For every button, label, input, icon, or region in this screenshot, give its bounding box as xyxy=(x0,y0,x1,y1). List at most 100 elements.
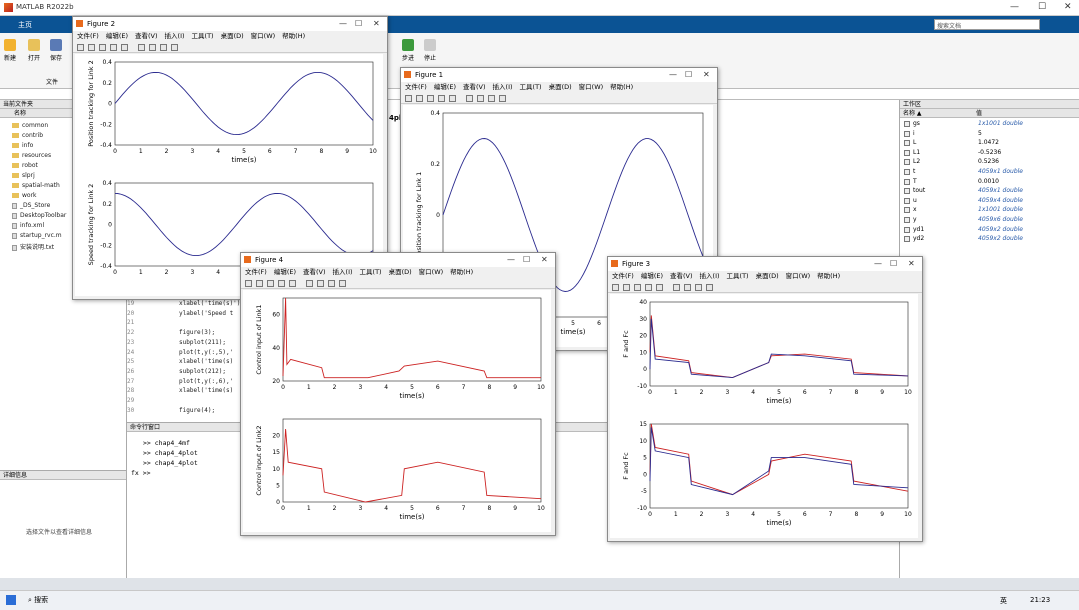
menu-item[interactable]: 文件(F) xyxy=(245,268,267,276)
maximize-button[interactable]: ☐ xyxy=(685,68,692,82)
menu-item[interactable]: 帮助(H) xyxy=(817,272,840,280)
figure-3-window[interactable]: Figure 3 — ☐ ✕ 文件(F) 编辑(E) 查看(V) 插入(I) 工具(T) 桌面(D… xyxy=(607,256,923,542)
step-button[interactable]: 步进 xyxy=(402,39,414,62)
folder-item[interactable]: resources xyxy=(12,152,51,159)
folder-item[interactable]: _DS_Store xyxy=(12,202,50,209)
taskbar-search[interactable]: ⌕ 搜索 xyxy=(28,595,48,605)
code-line[interactable]: xlabel('time(s) xyxy=(179,358,233,365)
menu-item[interactable]: 插入(I) xyxy=(493,83,513,91)
open-icon[interactable] xyxy=(256,280,263,287)
menu-item[interactable]: 桌面(D) xyxy=(549,83,572,91)
menu-item[interactable]: 编辑(E) xyxy=(434,83,456,91)
menu-item[interactable]: 桌面(D) xyxy=(756,272,779,280)
menu-item[interactable]: 桌面(D) xyxy=(389,268,412,276)
data-cursor-icon[interactable] xyxy=(339,280,346,287)
menu-item[interactable]: 工具(T) xyxy=(360,268,382,276)
code-line[interactable]: plot(t,y(:,5),' xyxy=(179,349,233,356)
minimize-button[interactable]: — xyxy=(874,257,882,271)
zoom-icon[interactable] xyxy=(121,44,128,51)
workspace-variable[interactable]: L1 -0.5236 xyxy=(902,149,1078,159)
tab-home[interactable]: 主页 xyxy=(18,20,32,30)
menu-item[interactable]: 窗口(W) xyxy=(251,32,276,40)
command-prompt[interactable]: fx >> xyxy=(131,469,151,477)
maximize-button[interactable]: ☐ xyxy=(1038,2,1046,12)
menu-item[interactable]: 窗口(W) xyxy=(419,268,444,276)
menu-item[interactable]: 编辑(E) xyxy=(274,268,296,276)
new-figure-icon[interactable] xyxy=(77,44,84,51)
menu-item[interactable]: 窗口(W) xyxy=(786,272,811,280)
folder-item[interactable]: info.xml xyxy=(12,222,44,229)
folder-item[interactable]: startup_rvc.m xyxy=(12,232,62,239)
menu-item[interactable]: 文件(F) xyxy=(612,272,634,280)
folder-item[interactable]: work xyxy=(12,192,37,199)
menu-item[interactable]: 插入(I) xyxy=(165,32,185,40)
menu-item[interactable]: 查看(V) xyxy=(135,32,158,40)
workspace-variable[interactable]: x 1x1001 double xyxy=(902,206,1078,216)
new-button[interactable]: 新建 xyxy=(4,39,16,62)
save-icon[interactable] xyxy=(634,284,641,291)
code-line[interactable]: xlabel('time(s)'); xyxy=(179,300,244,307)
workspace-variable[interactable]: gs 1x1001 double xyxy=(902,120,1078,130)
figure-canvas[interactable]: 0 1 2 3 4 5 6 7 8 9 10 20 40 60 time(s) Control input o… xyxy=(243,290,551,532)
minimize-button[interactable]: — xyxy=(507,253,515,267)
data-cursor-icon[interactable] xyxy=(171,44,178,51)
open-icon[interactable] xyxy=(88,44,95,51)
close-button[interactable]: ✕ xyxy=(1064,2,1072,12)
colorbar-icon[interactable] xyxy=(138,44,145,51)
figure-canvas[interactable]: 0 1 2 3 4 5 6 7 8 9 10 -10 0 10 20 30 40 time(s) F and Fc 0… xyxy=(610,294,918,538)
legend-icon[interactable] xyxy=(684,284,691,291)
minimize-button[interactable]: — xyxy=(1010,2,1019,12)
print-icon[interactable] xyxy=(438,95,445,102)
figure-title-bar[interactable]: Figure 2 — ☐ ✕ xyxy=(73,17,387,31)
code-line[interactable]: subplot(211); xyxy=(179,339,226,346)
windows-start-icon[interactable] xyxy=(6,595,16,605)
maximize-button[interactable]: ☐ xyxy=(523,253,530,267)
folder-item[interactable]: contrib xyxy=(12,132,43,139)
workspace-variable[interactable]: tout 4059x1 double xyxy=(902,187,1078,197)
figure-title-bar[interactable]: Figure 3 — ☐ ✕ xyxy=(608,257,922,271)
legend-icon[interactable] xyxy=(317,280,324,287)
open-icon[interactable] xyxy=(416,95,423,102)
minimize-button[interactable]: — xyxy=(669,68,677,82)
menu-item[interactable]: 工具(T) xyxy=(727,272,749,280)
data-cursor-icon[interactable] xyxy=(706,284,713,291)
data-cursor-icon[interactable] xyxy=(499,95,506,102)
menu-item[interactable]: 文件(F) xyxy=(405,83,427,91)
close-button[interactable]: ✕ xyxy=(703,68,710,82)
new-figure-icon[interactable] xyxy=(612,284,619,291)
maximize-button[interactable]: ☐ xyxy=(355,17,362,31)
figure-4-window[interactable]: Figure 4 — ☐ ✕ 文件(F) 编辑(E) 查看(V) 插入(I) 工具(T) 桌面(D… xyxy=(240,252,556,536)
print-icon[interactable] xyxy=(645,284,652,291)
folder-item[interactable]: 安装说明.txt xyxy=(12,242,54,251)
code-line[interactable]: ylabel('Speed t xyxy=(179,310,233,317)
menu-item[interactable]: 插入(I) xyxy=(700,272,720,280)
code-line[interactable]: figure(4); xyxy=(179,407,215,414)
open-icon[interactable] xyxy=(623,284,630,291)
menu-item[interactable]: 查看(V) xyxy=(303,268,326,276)
workspace-variable[interactable]: yd1 4059x2 double xyxy=(902,226,1078,236)
new-figure-icon[interactable] xyxy=(245,280,252,287)
menu-item[interactable]: 查看(V) xyxy=(463,83,486,91)
folder-item[interactable]: slprj xyxy=(12,172,35,179)
ime-indicator[interactable]: 英 xyxy=(1000,596,1007,606)
workspace-variable[interactable]: t 4059x1 double xyxy=(902,168,1078,178)
folder-item[interactable]: spatial-math xyxy=(12,182,60,189)
menu-item[interactable]: 工具(T) xyxy=(192,32,214,40)
workspace-variable[interactable]: y 4059x6 double xyxy=(902,216,1078,226)
menu-item[interactable]: 帮助(H) xyxy=(610,83,633,91)
workspace-variable[interactable]: yd2 4059x2 double xyxy=(902,235,1078,245)
open-button[interactable]: 打开 xyxy=(28,39,40,62)
menu-item[interactable]: 帮助(H) xyxy=(282,32,305,40)
legend-icon[interactable] xyxy=(477,95,484,102)
menu-item[interactable]: 编辑(E) xyxy=(641,272,663,280)
save-icon[interactable] xyxy=(267,280,274,287)
folder-item[interactable]: DesktopToolbar xyxy=(12,212,66,219)
maximize-button[interactable]: ☐ xyxy=(890,257,897,271)
search-documentation-input[interactable]: 搜索文档 xyxy=(934,19,1040,30)
pointer-icon[interactable] xyxy=(488,95,495,102)
minimize-button[interactable]: — xyxy=(339,17,347,31)
colorbar-icon[interactable] xyxy=(466,95,473,102)
menu-item[interactable]: 查看(V) xyxy=(670,272,693,280)
pointer-icon[interactable] xyxy=(160,44,167,51)
colorbar-icon[interactable] xyxy=(673,284,680,291)
